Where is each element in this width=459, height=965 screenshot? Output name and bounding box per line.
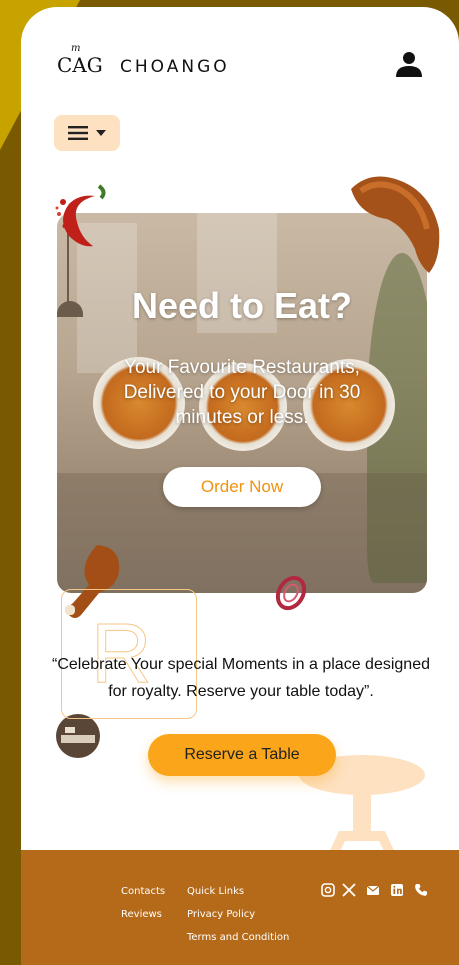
footer-link-reviews[interactable]: Reviews <box>121 909 162 920</box>
brand-name[interactable]: CHOANGO <box>120 57 230 77</box>
order-now-button[interactable]: Order Now <box>163 467 321 507</box>
quote-text: “Celebrate Your special Moments in a pla… <box>51 656 430 700</box>
footer-link-contacts[interactable]: Contacts <box>121 886 165 897</box>
instagram-icon[interactable] <box>321 883 335 897</box>
onion-slice-icon <box>275 575 307 611</box>
caret-down-icon <box>96 130 106 136</box>
restaurant-thumbnail-icon <box>56 714 100 758</box>
x-icon[interactable] <box>342 883 356 897</box>
phone-frame: m CAG CHOANGO Need to Eat? Your Favourit… <box>21 7 459 965</box>
footer-link-quick-links[interactable]: Quick Links <box>187 886 244 897</box>
hero-subtitle: Your Favourite Restaurants, Delivered to… <box>123 357 361 428</box>
brand-logo-mark[interactable]: m CAG <box>57 43 103 81</box>
menu-button[interactable] <box>54 115 120 151</box>
logo-mark-text: CAG <box>57 53 103 77</box>
chili-pepper-icon <box>55 184 106 247</box>
reserve-table-button[interactable]: Reserve a Table <box>148 734 336 776</box>
linkedin-icon[interactable] <box>390 883 404 897</box>
mail-icon[interactable] <box>366 883 380 897</box>
user-icon[interactable] <box>394 49 424 79</box>
footer: Contacts Reviews Quick Links Privacy Pol… <box>21 850 459 965</box>
footer-link-privacy-policy[interactable]: Privacy Policy <box>187 909 255 920</box>
hamburger-icon <box>68 126 88 140</box>
hero-title: Need to Eat? <box>131 285 353 326</box>
phone-icon[interactable] <box>414 883 428 897</box>
chicken-wing-icon <box>351 176 440 273</box>
footer-link-terms[interactable]: Terms and Condition <box>187 932 289 943</box>
logo-mark-sub: m <box>71 43 81 54</box>
header: m CAG CHOANGO <box>21 7 459 107</box>
